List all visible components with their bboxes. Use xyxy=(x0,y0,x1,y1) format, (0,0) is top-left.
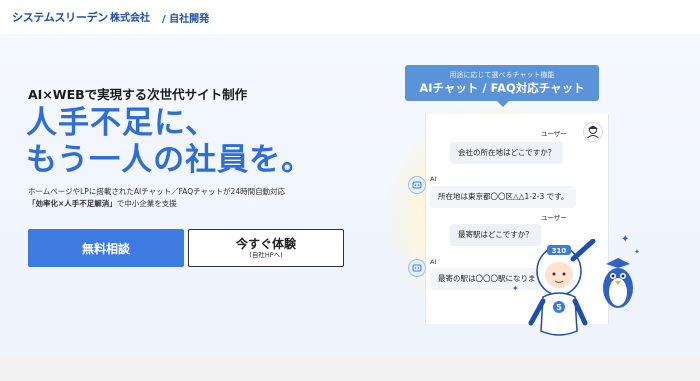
ai-message-1: 所在地は東京都〇〇区△△1-2-3 です。 xyxy=(430,186,577,208)
description-line-2: 「効率化×人手不足解消」で中小企業を支援 xyxy=(28,198,285,210)
description-rest: で中小企業を支援 xyxy=(116,199,177,208)
description-line-1: ホームページやLPに搭載されたAIチャット／FAQチャットが24時間自動対応 xyxy=(28,187,286,196)
hero-eyebrow: AI×WEBで実現する次世代サイト制作 xyxy=(28,87,248,102)
description-bold: 「効率化×人手不足解消」 xyxy=(28,199,117,208)
try-now-label: 今すぐ体験 xyxy=(235,236,296,251)
logo-suffix-text: 株式会社 xyxy=(109,13,150,24)
sparkle-icon: ✦ xyxy=(621,234,630,245)
penguin-mascot xyxy=(598,254,638,316)
mascot-robot: 310 5 xyxy=(527,238,607,353)
ai-label-2: AI xyxy=(430,258,437,266)
banner-title: AIチャット / FAQ対応チャット xyxy=(419,81,585,95)
ai-label: AI xyxy=(430,175,437,183)
chat-feature-banner: 用途に応じて選べるチャット機能 AIチャット / FAQ対応チャット xyxy=(405,65,599,101)
header-section-label: / 自社開発 xyxy=(161,13,210,25)
sparkle-icon-small: ✦ xyxy=(634,248,640,256)
banner-caption: 用途に応じて選べるチャット機能 xyxy=(449,71,555,79)
footer-strip xyxy=(0,356,700,381)
company-logo[interactable]: システムスリーデン 株式会社 xyxy=(12,9,150,25)
banner-pointer xyxy=(497,101,509,107)
site-header: システムスリーデン 株式会社 / 自社開発 xyxy=(0,0,700,34)
mascot-badge: 310 xyxy=(552,247,567,255)
user-message-1: 会社の所在地はどこですか？ xyxy=(450,142,564,164)
headline-line-2: もう一人の社員を。 xyxy=(26,142,314,178)
headline-line-1: 人手不足に、 xyxy=(26,105,218,141)
hero-description: ホームページやLPに搭載されたAIチャット／FAQチャットが24時間自動対応 「… xyxy=(28,186,285,210)
user-label-2: ユーザー xyxy=(541,214,567,222)
user-label: ユーザー xyxy=(541,130,567,138)
sparkle-icon-left: ✦ xyxy=(512,284,519,293)
logo-main-text: システムスリーデン xyxy=(12,11,108,24)
hero-headline: 人手不足に、 もう一人の社員を。 xyxy=(26,105,313,179)
try-now-button[interactable]: 今すぐ体験 (自社HPへ) xyxy=(188,229,344,267)
ai-chat-icon xyxy=(408,176,426,194)
try-now-sublabel: (自社HPへ) xyxy=(249,250,283,259)
mascot-emblem: 5 xyxy=(556,303,562,312)
user-avatar-icon xyxy=(583,122,603,142)
hero-section: AI×WEBで実現する次世代サイト制作 人手不足に、 もう一人の社員を。 ホーム… xyxy=(0,34,700,356)
ai-chat-icon-2 xyxy=(408,259,426,277)
free-consultation-button[interactable]: 無料相談 xyxy=(28,229,184,267)
